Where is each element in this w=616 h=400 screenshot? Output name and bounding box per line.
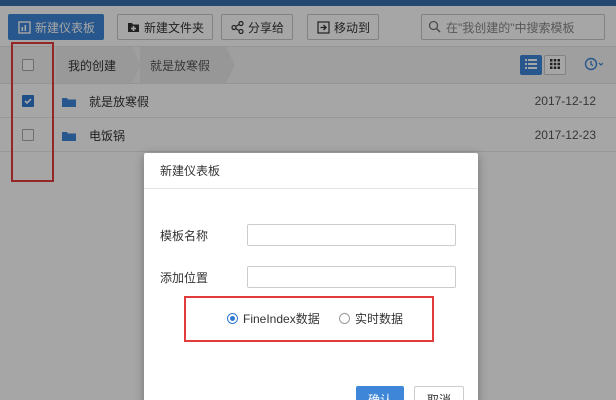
radio-fineindex-dot[interactable] xyxy=(227,313,238,324)
template-name-label: 模板名称 xyxy=(160,228,209,243)
dialog-title: 新建仪表板 xyxy=(144,153,478,189)
template-name-input[interactable] xyxy=(247,224,456,246)
radio-fineindex[interactable]: FineIndex数据 xyxy=(227,310,320,327)
add-location-label: 添加位置 xyxy=(160,270,209,285)
add-location-input[interactable] xyxy=(247,266,456,288)
radio-realtime-label: 实时数据 xyxy=(355,312,404,326)
radio-fineindex-label: FineIndex数据 xyxy=(243,312,320,326)
radio-realtime[interactable]: 实时数据 xyxy=(339,310,403,327)
radio-realtime-dot[interactable] xyxy=(339,313,350,324)
confirm-button[interactable]: 确认 xyxy=(356,386,404,400)
new-dashboard-dialog: 新建仪表板 模板名称 添加位置 FineIndex数据 实时数据 确认 取消 xyxy=(144,153,478,400)
cancel-button[interactable]: 取消 xyxy=(414,386,464,400)
